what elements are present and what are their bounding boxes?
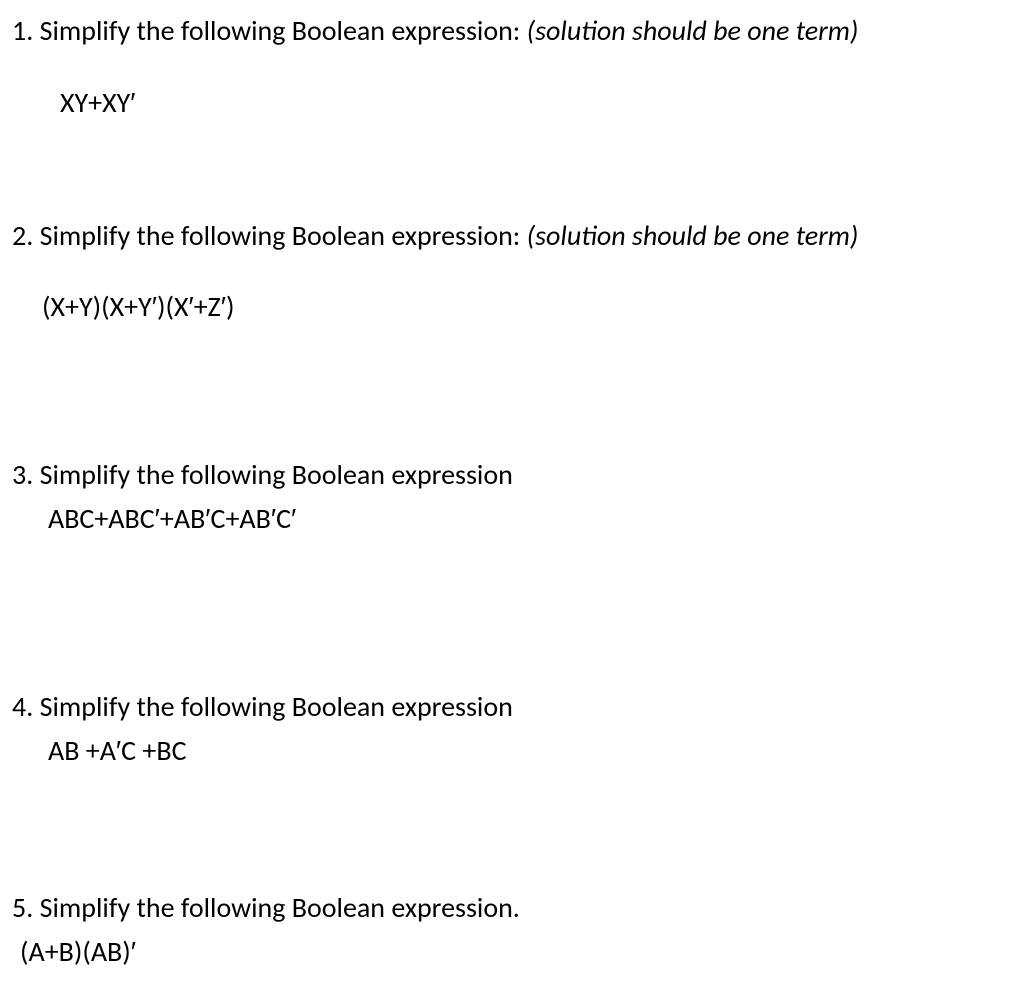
question-2: 2. Simplify the following Boolean expres… [12,217,1004,327]
question-2-prompt: 2. Simplify the following Boolean expres… [12,217,1004,255]
question-4-expression: AB +A′C +BC [12,732,1004,770]
question-1: 1. Simplify the following Boolean expres… [12,12,1004,122]
question-3-text: Simplify the following Boolean expressio… [40,457,513,492]
question-3-prompt: 3. Simplify the following Boolean expres… [12,456,1004,494]
question-4-prompt: 4. Simplify the following Boolean expres… [12,688,1004,726]
question-5: 5. Simplify the following Boolean expres… [12,889,1004,971]
question-3: 3. Simplify the following Boolean expres… [12,456,1004,538]
question-2-expression: (X+Y)(X+Y′)(X′+Z′) [12,288,1004,326]
question-5-prompt: 5. Simplify the following Boolean expres… [12,889,1004,927]
question-4-number: 4. [12,689,33,724]
question-2-hint: (solution should be one term) [527,218,859,253]
question-1-expression: XY+XY′ [12,84,1004,122]
question-1-hint: (solution should be one term) [527,13,859,48]
question-1-prompt: 1. Simplify the following Boolean expres… [12,12,1004,50]
question-5-text: Simplify the following Boolean expressio… [40,890,520,925]
question-4-text: Simplify the following Boolean expressio… [40,689,513,724]
question-3-expression: ABC+ABC′+AB′C+AB′C′ [12,500,1004,538]
question-5-number: 5. [12,890,33,925]
question-4: 4. Simplify the following Boolean expres… [12,688,1004,770]
question-1-text: Simplify the following Boolean expressio… [40,13,521,48]
question-2-text: Simplify the following Boolean expressio… [40,218,521,253]
question-1-number: 1. [12,13,33,48]
question-5-expression: (A+B)(AB)′ [12,933,1004,971]
question-3-number: 3. [12,457,33,492]
question-2-number: 2. [12,218,33,253]
